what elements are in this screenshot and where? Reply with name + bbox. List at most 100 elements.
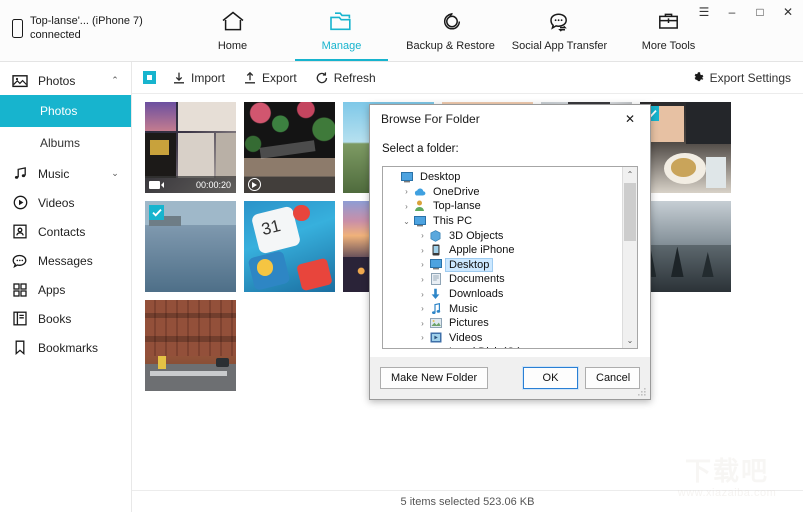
close-icon[interactable]: ✕	[781, 5, 795, 19]
tree-row[interactable]: › Downloads	[387, 287, 622, 302]
books-icon	[12, 311, 28, 327]
export-settings-button[interactable]: Export Settings	[691, 71, 791, 85]
tree-expander[interactable]: ›	[416, 275, 429, 284]
tree-row[interactable]: › Documents	[387, 272, 622, 287]
tree-label: OneDrive	[433, 185, 480, 198]
tree-row[interactable]: › Videos	[387, 331, 622, 346]
tree-expander[interactable]: ›	[400, 202, 413, 211]
tree-label: Videos	[449, 331, 483, 344]
tree-row-selected[interactable]: › Desktop	[387, 257, 622, 273]
tree-row[interactable]: › Apple iPhone	[387, 243, 622, 258]
export-icon	[245, 71, 256, 83]
dialog-prompt: Select a folder:	[382, 143, 459, 155]
sidebar: Photos ⌃ Photos Albums Music ⌄ Videos Co…	[0, 62, 132, 512]
make-new-folder-button[interactable]: Make New Folder	[380, 367, 489, 389]
tree-row[interactable]: ⌄ This PC	[387, 214, 622, 229]
grid-item[interactable]	[640, 201, 731, 292]
sidebar-item-bookmarks[interactable]: Bookmarks	[0, 333, 131, 362]
chat-transfer-icon	[547, 8, 572, 34]
tab-home[interactable]: Home	[178, 0, 287, 61]
content-toolbar: Import Export Refresh Export Settings	[132, 62, 803, 94]
sidebar-group-photos[interactable]: Photos ⌃	[0, 66, 131, 95]
tree-expander[interactable]: ›	[416, 290, 429, 299]
sidebar-item-messages[interactable]: Messages	[0, 246, 131, 275]
music-icon	[12, 166, 28, 182]
tree-expander[interactable]: ›	[416, 304, 429, 313]
sidebar-item-contacts[interactable]: Contacts	[0, 217, 131, 246]
tree-label: Desktop	[420, 171, 461, 184]
sidebar-group-music[interactable]: Music ⌄	[0, 159, 131, 188]
contacts-icon	[12, 224, 28, 240]
tree-row[interactable]: › 3D Objects	[387, 228, 622, 243]
tree-expander[interactable]: ›	[416, 333, 429, 342]
grid-item[interactable]	[145, 300, 236, 391]
tree-row[interactable]: › Local Disk (C:)	[387, 345, 622, 348]
tree-scrollbar[interactable]: ⌃ ⌄	[622, 167, 637, 348]
cancel-button[interactable]: Cancel	[585, 367, 640, 389]
tree-expander[interactable]: ›	[400, 187, 413, 196]
monitor-icon	[429, 259, 442, 271]
tree-expander[interactable]: ›	[416, 231, 429, 240]
thumbnail	[640, 201, 731, 292]
tree-row[interactable]: › Pictures	[387, 316, 622, 331]
tree-expander[interactable]: ›	[416, 260, 429, 269]
sidebar-item-label: Books	[38, 311, 72, 326]
tree-label: This PC	[433, 215, 473, 228]
tab-label: Backup & Restore	[406, 40, 495, 52]
main-nav-tabs: Home Manage Backup & Restore Social App …	[178, 0, 723, 61]
menu-icon[interactable]: ☰	[697, 5, 711, 19]
minimize-icon[interactable]: –	[725, 5, 739, 19]
tree-expander[interactable]: ›	[416, 246, 429, 255]
resize-grip-icon[interactable]	[637, 387, 647, 397]
refresh-button[interactable]: Refresh	[315, 71, 376, 85]
camera-icon	[149, 180, 164, 189]
scroll-down-icon[interactable]: ⌄	[623, 333, 637, 348]
tree-label: Pictures	[449, 317, 489, 330]
home-icon	[221, 8, 245, 34]
cloud-icon	[413, 186, 426, 198]
selected-checkmark[interactable]	[149, 205, 164, 220]
close-icon[interactable]: ✕	[610, 105, 650, 133]
maximize-icon[interactable]: □	[753, 5, 767, 19]
sidebar-item-books[interactable]: Books	[0, 304, 131, 333]
sidebar-item-photos[interactable]: Photos	[0, 95, 131, 127]
export-button[interactable]: Export	[243, 71, 297, 85]
app-header: Top-lanse'... (iPhone 7) connected Home …	[0, 0, 803, 62]
monitor-icon	[400, 171, 413, 183]
import-label: Import	[191, 70, 226, 85]
tree-row[interactable]: › OneDrive	[387, 185, 622, 200]
tab-backup-restore[interactable]: Backup & Restore	[396, 0, 505, 61]
sidebar-group-label: Music	[38, 166, 70, 181]
select-all-checkbox[interactable]	[143, 71, 156, 84]
status-bar: 5 items selected 523.06 KB	[132, 490, 803, 512]
tab-manage[interactable]: Manage	[287, 0, 396, 61]
ok-button[interactable]: OK	[522, 366, 579, 390]
sidebar-item-albums[interactable]: Albums	[0, 127, 131, 159]
tree-expander[interactable]: ›	[416, 319, 429, 328]
tree-row[interactable]: › Top-lanse	[387, 199, 622, 214]
device-info: Top-lanse'... (iPhone 7) connected	[0, 0, 160, 42]
grid-item[interactable]: 00:00:20	[145, 102, 236, 193]
refresh-icon	[316, 71, 327, 83]
tree-row[interactable]: Desktop	[387, 170, 622, 185]
dialog-footer: Make New Folder OK Cancel	[370, 357, 650, 399]
grid-item[interactable]: 31	[244, 201, 335, 292]
tree-expander[interactable]: ⌄	[400, 217, 413, 226]
sidebar-item-videos[interactable]: Videos	[0, 188, 131, 217]
restore-icon	[439, 8, 463, 34]
import-button[interactable]: Import	[172, 71, 225, 85]
tree-label: Local Disk (C:)	[446, 346, 524, 348]
tree-row[interactable]: › Music	[387, 301, 622, 316]
sidebar-item-apps[interactable]: Apps	[0, 275, 131, 304]
play-icon	[248, 178, 261, 191]
grid-item[interactable]	[244, 102, 335, 193]
tab-social-app-transfer[interactable]: Social App Transfer	[505, 0, 614, 61]
folder-icon	[328, 8, 355, 34]
scroll-up-icon[interactable]: ⌃	[623, 167, 637, 182]
grid-item[interactable]	[145, 201, 236, 292]
scrollbar-thumb[interactable]	[624, 183, 636, 241]
grid-item[interactable]	[640, 102, 731, 193]
tree-label: Apple iPhone	[449, 244, 515, 257]
pc-icon	[413, 215, 426, 227]
sidebar-item-label: Apps	[38, 282, 66, 297]
